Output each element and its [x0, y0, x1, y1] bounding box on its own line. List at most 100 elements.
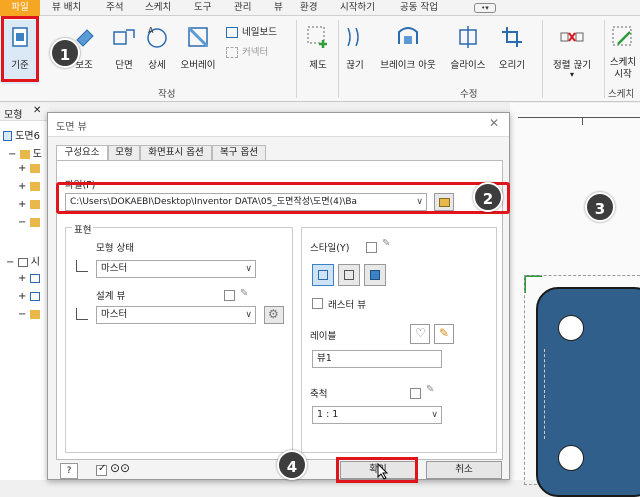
design-view-associative-checkbox[interactable]: [224, 290, 235, 301]
help-icon: ?: [66, 466, 72, 476]
tab-environments[interactable]: 환경: [300, 0, 317, 16]
design-view-combo[interactable]: 마스터 ∨: [96, 306, 256, 324]
ribbon-separator: [338, 20, 339, 98]
help-button[interactable]: ?: [60, 463, 78, 479]
tab-recovery-options[interactable]: 복구 옵션: [212, 145, 266, 160]
tree-node[interactable]: +: [18, 199, 40, 210]
browser-root-item[interactable]: 도면6: [3, 127, 40, 142]
tab-place-views[interactable]: 뷰 배치: [52, 0, 81, 16]
view-icon: [29, 291, 40, 301]
draft-view-button[interactable]: 제도: [300, 20, 336, 84]
start-sketch-icon: [612, 26, 632, 46]
cancel-button[interactable]: 취소: [426, 461, 502, 479]
gear-icon: ⚙: [268, 307, 279, 321]
folder-icon: [29, 181, 40, 191]
drawing-canvas[interactable]: [510, 103, 640, 497]
style-label: 스타일(Y): [310, 243, 350, 254]
break-out-button[interactable]: 브레이크 아웃: [372, 20, 444, 84]
browser-item-sheet[interactable]: − 도: [8, 145, 42, 160]
nailboard-icon: [226, 27, 238, 38]
model-state-combo[interactable]: 마스터 ∨: [96, 260, 256, 278]
tree-node[interactable]: −: [18, 309, 40, 320]
ribbon-separator: [604, 20, 605, 98]
check-icon: ✓: [98, 463, 107, 474]
browser-root-label: 도면6: [15, 131, 40, 142]
break-label: 끊기: [346, 60, 364, 71]
expand-icon: −: [6, 257, 15, 268]
start-sketch-line1: 스케치: [609, 57, 637, 68]
slice-label: 슬라이스: [450, 60, 486, 71]
tab-display-options[interactable]: 화면표시 옵션: [140, 145, 212, 160]
connector-label: 커넥터: [242, 47, 269, 58]
scale-value: 1 : 1: [317, 409, 339, 420]
scale-checkbox[interactable]: [410, 388, 421, 399]
tab-annotate[interactable]: 주석: [106, 0, 123, 16]
detail-view-button[interactable]: A 상세: [141, 20, 173, 84]
raster-view-checkbox[interactable]: [312, 298, 323, 309]
ribbon-options-icon[interactable]: •▾: [474, 3, 496, 13]
design-view-settings-button[interactable]: ⚙: [264, 306, 284, 324]
detail-view-label: 상세: [148, 60, 166, 71]
callout-1: 1: [50, 38, 80, 68]
tree-node[interactable]: −: [18, 217, 40, 228]
model-browser: 모형 ✕ 도면6 − 도 + + + − − 시 + + −: [0, 103, 50, 480]
detail-view-icon: A: [147, 26, 167, 48]
break-alignment-button[interactable]: 정렬 끊기 ▾: [544, 20, 600, 84]
dialog-title-bar[interactable]: 도면 뷰 ✕: [48, 113, 509, 137]
tab-sketch[interactable]: 스케치: [145, 0, 171, 16]
section-view-icon: [113, 29, 135, 45]
tab-collaborate[interactable]: 공동 작업: [400, 0, 438, 16]
hole: [558, 445, 584, 471]
tree-node[interactable]: +: [18, 163, 40, 174]
tree-node[interactable]: +: [18, 273, 40, 284]
browser-header: 모형 ✕: [0, 103, 50, 121]
preview-checkbox[interactable]: ✓: [96, 463, 107, 476]
hidden-line-button[interactable]: [312, 264, 334, 286]
tab-get-started[interactable]: 시작하기: [340, 0, 375, 16]
tab-manage[interactable]: 관리: [234, 0, 251, 16]
tab-file[interactable]: 파일: [0, 0, 40, 16]
model-state-label: 모형 상태: [96, 243, 134, 254]
start-sketch-label: 스케치 시작: [606, 57, 640, 81]
style-checkbox[interactable]: [366, 242, 377, 253]
bulb-icon: ♡: [415, 326, 426, 340]
tab-view[interactable]: 뷰: [274, 0, 283, 16]
browser-item-sheet2[interactable]: − 시: [6, 253, 40, 268]
dialog-close-icon[interactable]: ✕: [489, 116, 499, 130]
svg-text:A: A: [148, 26, 154, 35]
connector-button: 커넥터: [226, 44, 268, 58]
slice-icon: [459, 26, 477, 48]
chevron-down-icon: ∨: [245, 310, 252, 320]
model-state-value: 마스터: [101, 263, 128, 274]
edit-label-button[interactable]: ✎: [434, 324, 454, 344]
hidden-line-removed-button[interactable]: [338, 264, 360, 286]
chevron-down-icon: ∨: [431, 410, 438, 420]
tab-tools[interactable]: 도구: [194, 0, 211, 16]
label-visibility-button[interactable]: ♡: [410, 324, 430, 344]
glasses-icon: ⊙⊙: [110, 461, 131, 475]
break-alignment-label: 정렬 끊기: [553, 60, 591, 71]
panel-modify-label: 수정: [460, 89, 478, 100]
break-button[interactable]: 끊기: [340, 20, 370, 84]
shaded-button[interactable]: [364, 264, 386, 286]
tree-node[interactable]: +: [18, 181, 40, 192]
scale-combo[interactable]: 1 : 1 ∨: [312, 406, 442, 424]
callout-3: 3: [585, 192, 615, 222]
start-sketch-button[interactable]: 스케치 시작: [606, 20, 640, 84]
label-input[interactable]: 뷰1: [312, 350, 442, 368]
folder-icon: [29, 163, 40, 173]
overlay-label: 오버레이: [180, 60, 216, 71]
nailboard-button[interactable]: 네일보드: [226, 24, 277, 38]
crop-button[interactable]: 오리기: [492, 20, 532, 84]
expand-icon: −: [8, 149, 17, 160]
slice-button[interactable]: 슬라이스: [446, 20, 490, 84]
browser-close-icon[interactable]: ✕: [33, 105, 41, 116]
tab-component[interactable]: 구성요소: [56, 145, 108, 161]
tab-model[interactable]: 모형: [108, 145, 140, 160]
chevron-down-icon: ∨: [245, 264, 252, 274]
section-view-button[interactable]: 단면: [108, 20, 140, 84]
callout-2: 2: [473, 182, 503, 212]
dropdown-arrow-icon: ▾: [569, 70, 574, 79]
overlay-button[interactable]: 오버레이: [175, 20, 221, 84]
tree-node[interactable]: +: [18, 291, 40, 302]
